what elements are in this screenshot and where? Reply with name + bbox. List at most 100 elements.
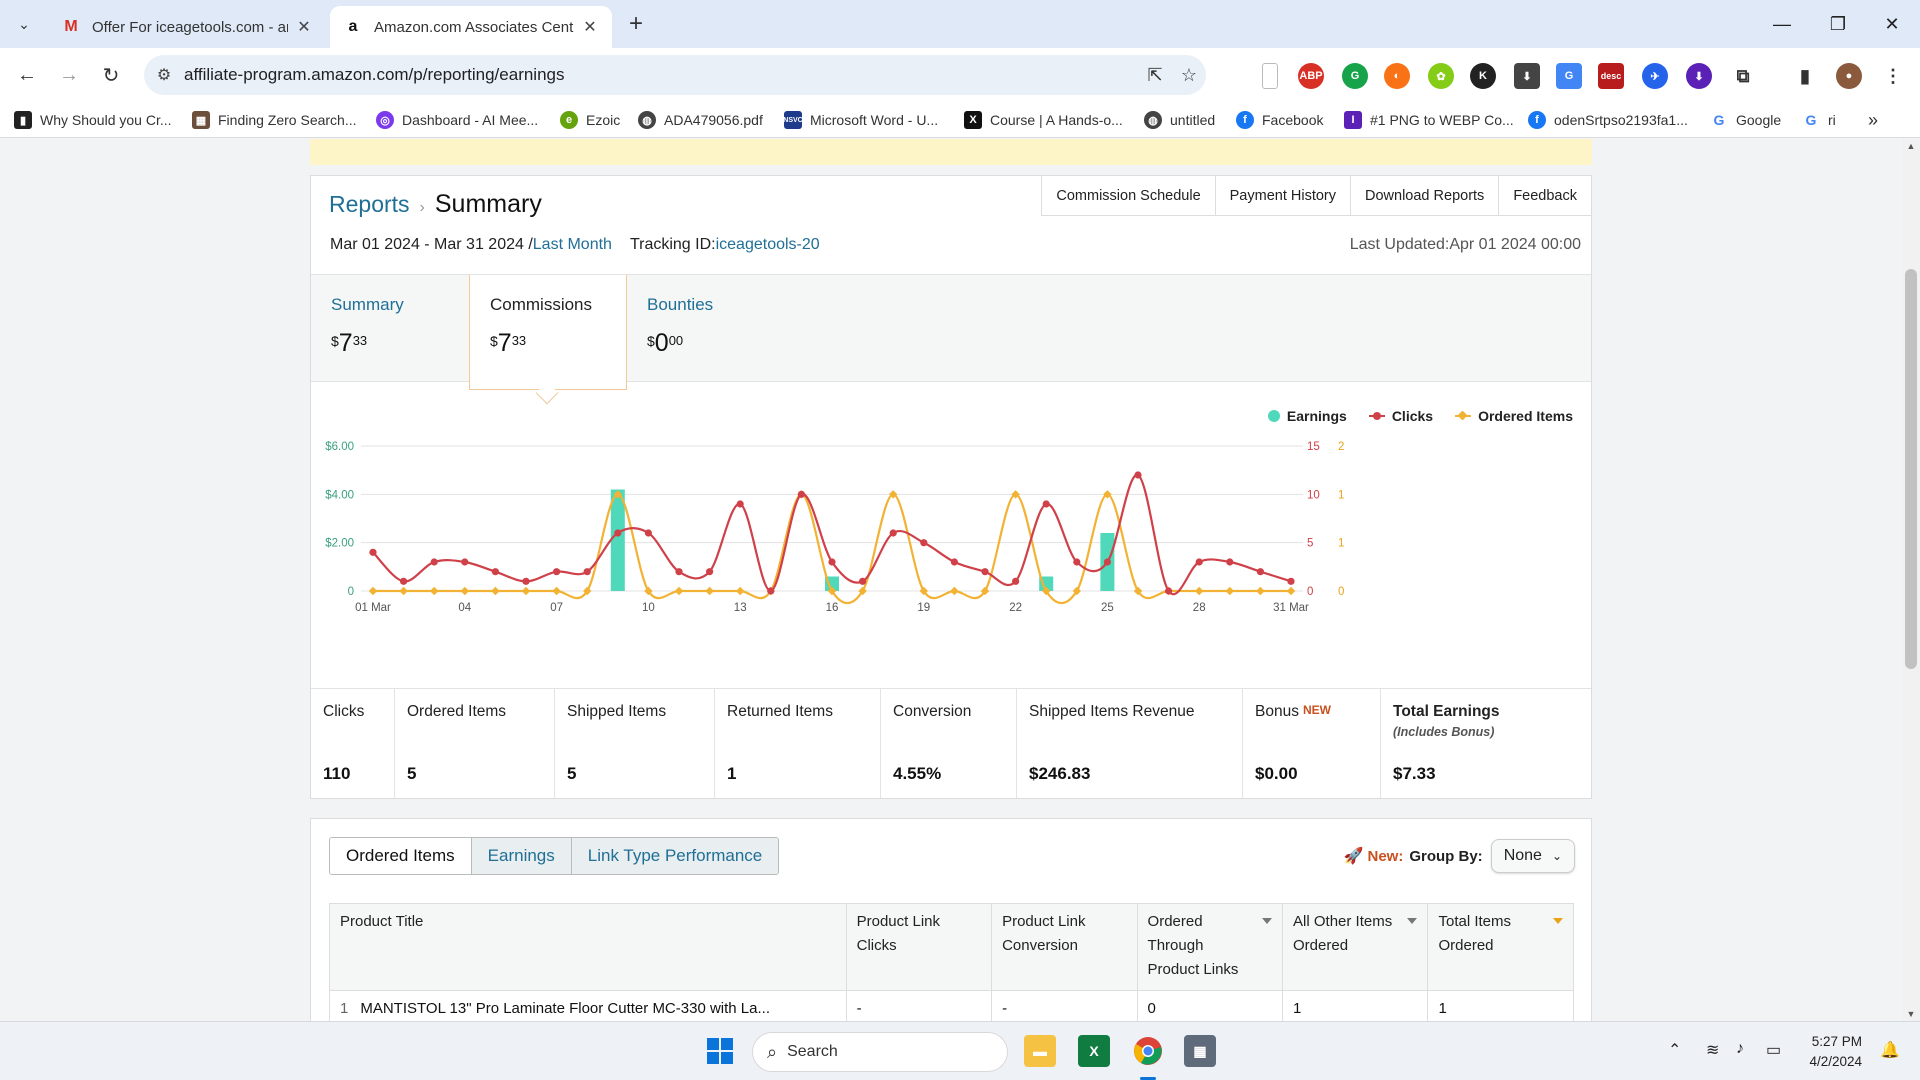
- globe-icon: ◍: [638, 111, 656, 129]
- col-product-link-conversion[interactable]: Product Link Conversion: [991, 903, 1138, 991]
- file-explorer-icon[interactable]: ▬: [1024, 1035, 1056, 1067]
- bookmark-star-icon[interactable]: ☆: [1172, 65, 1206, 86]
- site-info-icon[interactable]: ⚙: [144, 65, 184, 85]
- bookmark-item[interactable]: ◍ ADA479056.pdf: [638, 108, 763, 132]
- report-table-card: Ordered Items Earnings Link Type Perform…: [310, 818, 1592, 1021]
- bookmark-item[interactable]: Gri: [1802, 108, 1836, 132]
- chrome-icon[interactable]: [1132, 1035, 1164, 1067]
- forward-icon[interactable]: →: [54, 60, 84, 90]
- extension-rocket-icon[interactable]: ✈: [1642, 63, 1668, 89]
- sort-arrow-icon[interactable]: [1262, 918, 1273, 924]
- search-icon: ⌕: [767, 1041, 778, 1062]
- bookmark-item[interactable]: I #1 PNG to WEBP Co...: [1344, 108, 1514, 132]
- notifications-bell-icon[interactable]: 🔔: [1880, 1040, 1900, 1060]
- tab-commissions[interactable]: Commissions $7 33: [469, 275, 627, 390]
- tab-gmail[interactable]: M Offer For iceagetools.com - am ✕: [48, 6, 326, 48]
- extension-k-icon[interactable]: K: [1470, 63, 1496, 89]
- stat-total-earnings: Total Earnings (Includes Bonus) $7.33: [1393, 703, 1500, 783]
- bookmark-item[interactable]: ◍ untitled: [1144, 108, 1215, 132]
- bookmark-item[interactable]: X Course | A Hands-o...: [964, 108, 1123, 132]
- chrome-menu-icon[interactable]: ⋮: [1880, 63, 1906, 89]
- new-tab-button[interactable]: +: [622, 10, 650, 38]
- taskbar-search[interactable]: ⌕ Search: [752, 1032, 1008, 1072]
- extension-flame-icon[interactable]: ◐: [1384, 63, 1410, 89]
- tab-search-button[interactable]: ⌄: [10, 10, 38, 38]
- close-window-icon[interactable]: ✕: [1866, 6, 1918, 42]
- bookmark-item[interactable]: e Ezoic: [560, 108, 620, 132]
- col-total-items[interactable]: Total Items Ordered: [1427, 903, 1574, 991]
- tab-amazon-associates[interactable]: a Amazon.com Associates Centra ✕: [330, 6, 612, 48]
- bookmark-item[interactable]: NSVC Microsoft Word - U...: [783, 108, 938, 132]
- bookmark-item[interactable]: ▦ Finding Zero Search...: [192, 108, 357, 132]
- close-tab-icon[interactable]: ✕: [294, 17, 314, 37]
- col-all-other-items[interactable]: All Other Items Ordered: [1282, 903, 1429, 991]
- back-icon[interactable]: ←: [12, 60, 42, 90]
- desc-ext-icon[interactable]: desc: [1598, 63, 1624, 89]
- bookmark-item[interactable]: G Google: [1710, 108, 1781, 132]
- col-product-link-clicks[interactable]: Product Link Clicks: [845, 903, 993, 991]
- volume-icon[interactable]: ♪: [1736, 1040, 1744, 1058]
- feedback-link[interactable]: Feedback: [1499, 176, 1591, 215]
- legend-ordered-items[interactable]: Ordered Items: [1455, 408, 1573, 424]
- commission-schedule-link[interactable]: Commission Schedule: [1042, 176, 1216, 215]
- tab-ordered-items[interactable]: Ordered Items: [330, 838, 471, 874]
- tab-link-type-performance[interactable]: Link Type Performance: [570, 838, 779, 874]
- tab-earnings[interactable]: Earnings: [470, 838, 571, 874]
- open-in-app-icon[interactable]: ⇱: [1138, 65, 1172, 86]
- scroll-down-icon[interactable]: ▼: [1902, 1009, 1920, 1019]
- extension-leaf-icon[interactable]: ✿: [1428, 63, 1454, 89]
- minimize-icon[interactable]: —: [1756, 6, 1808, 42]
- cell-ordered-through: 0: [1136, 990, 1284, 1021]
- close-tab-icon[interactable]: ✕: [580, 17, 600, 37]
- ordered-items-point: [1256, 586, 1265, 596]
- reload-icon[interactable]: ↻: [96, 60, 126, 90]
- legend-clicks[interactable]: Clicks: [1368, 408, 1433, 424]
- phone-icon[interactable]: [1262, 63, 1278, 89]
- tracking-id-link[interactable]: iceagetools-20: [716, 236, 820, 254]
- bookmark-item[interactable]: f Facebook: [1236, 108, 1323, 132]
- downloader-icon[interactable]: ⬇: [1686, 63, 1712, 89]
- page-scrollbar[interactable]: ▲ ▼: [1902, 139, 1920, 1021]
- payment-history-link[interactable]: Payment History: [1216, 176, 1352, 215]
- download-reports-link[interactable]: Download Reports: [1351, 176, 1500, 215]
- scroll-up-icon[interactable]: ▲: [1902, 141, 1920, 151]
- adblock-icon[interactable]: ABP: [1298, 63, 1324, 89]
- address-bar[interactable]: ⚙ affiliate-program.amazon.com/p/reporti…: [144, 55, 1206, 95]
- translate-icon[interactable]: G: [1556, 63, 1582, 89]
- col-product-title[interactable]: Product Title: [329, 903, 847, 991]
- battery-icon[interactable]: ▭: [1766, 1040, 1781, 1060]
- show-hidden-icons-icon[interactable]: ⌃: [1668, 1040, 1681, 1060]
- download-ext-icon[interactable]: ⬇: [1514, 63, 1540, 89]
- excel-icon[interactable]: X: [1078, 1035, 1110, 1067]
- restore-icon[interactable]: ❐: [1812, 6, 1864, 42]
- clicks-point: [1134, 471, 1142, 479]
- date-range-picker-link[interactable]: Last Month: [533, 236, 612, 254]
- grammarly-icon[interactable]: G: [1342, 63, 1368, 89]
- cell-product-title[interactable]: 1 MANTISTOL 13" Pro Laminate Floor Cutter…: [329, 990, 847, 1021]
- tab-bounties[interactable]: Bounties $0 00: [627, 275, 785, 383]
- url-text[interactable]: affiliate-program.amazon.com/p/reporting…: [184, 65, 1138, 85]
- breadcrumb-reports-link[interactable]: Reports: [329, 191, 410, 218]
- tab-summary[interactable]: Summary $7 33: [311, 275, 469, 383]
- legend-earnings[interactable]: Earnings: [1267, 408, 1347, 424]
- side-panel-icon[interactable]: ▮: [1792, 63, 1818, 89]
- sort-arrow-icon[interactable]: [1407, 918, 1418, 924]
- bookmark-item[interactable]: f odenSrtpso2193fa1...: [1528, 108, 1688, 132]
- extensions-puzzle-icon[interactable]: ⧉: [1730, 63, 1756, 89]
- wifi-icon[interactable]: ≋: [1706, 1040, 1719, 1060]
- table-header-row: Product Title Product Link Clicks Produc…: [329, 903, 1574, 991]
- sort-arrow-icon[interactable]: [1553, 918, 1563, 924]
- calculator-icon[interactable]: ▦: [1184, 1035, 1216, 1067]
- col-ordered-through-links[interactable]: Ordered Through Product Links: [1136, 903, 1284, 991]
- group-by-select[interactable]: None ⌄: [1490, 839, 1575, 873]
- browser-toolbar: ← → ↻ ⚙ affiliate-program.amazon.com/p/r…: [0, 48, 1920, 102]
- scrollbar-thumb[interactable]: [1905, 269, 1917, 669]
- bookmark-item[interactable]: ▮ Why Should you Cr...: [14, 108, 172, 132]
- profile-avatar[interactable]: ●: [1836, 63, 1862, 89]
- browser-tab-bar: ⌄ M Offer For iceagetools.com - am ✕ a A…: [0, 0, 1920, 48]
- taskbar-clock[interactable]: 5:27 PM 4/2/2024: [1809, 1032, 1862, 1072]
- bookmark-item[interactable]: ◎ Dashboard - AI Mee...: [376, 108, 538, 132]
- breadcrumb-separator-icon: ›: [419, 199, 425, 216]
- windows-start-icon[interactable]: [704, 1035, 736, 1067]
- more-bookmarks-icon[interactable]: »: [1868, 108, 1878, 132]
